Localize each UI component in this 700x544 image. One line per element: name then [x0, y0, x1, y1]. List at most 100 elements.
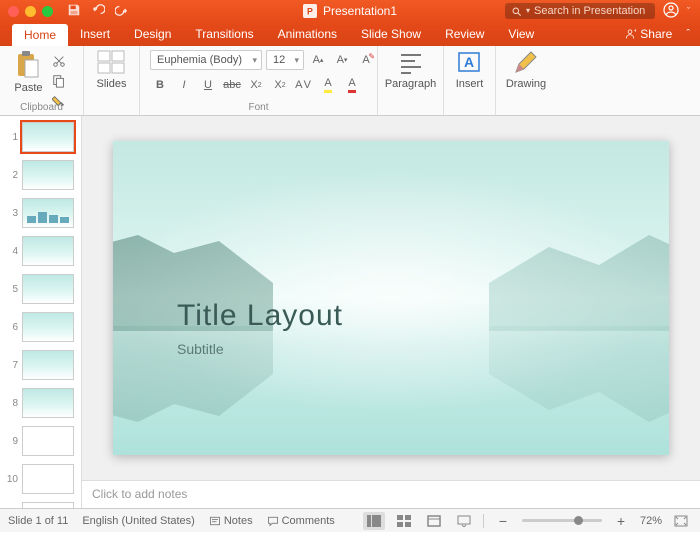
language-indicator[interactable]: English (United States)	[82, 515, 195, 527]
thumbnail-preview[interactable]	[22, 198, 74, 228]
tab-design[interactable]: Design	[122, 22, 183, 46]
minimize-window-button[interactable]	[25, 6, 36, 17]
copy-icon	[52, 74, 66, 88]
save-icon[interactable]	[67, 3, 81, 20]
slideshow-view-button[interactable]	[453, 512, 475, 530]
font-name-select[interactable]: Euphemia (Body)	[150, 50, 262, 70]
close-window-button[interactable]	[8, 6, 19, 17]
thumbnail-preview[interactable]	[22, 426, 74, 456]
thumbnail-1[interactable]: 1	[0, 120, 81, 158]
zoom-out-button[interactable]: −	[492, 512, 514, 530]
slide-indicator[interactable]: Slide 1 of 11	[8, 515, 68, 527]
grow-font-button[interactable]: A▴	[308, 51, 328, 69]
thumbnail-preview[interactable]	[22, 464, 74, 494]
thumbnail-number: 4	[4, 246, 18, 257]
slide-canvas[interactable]: Title Layout Subtitle	[82, 116, 700, 480]
character-spacing-button[interactable]: AV	[294, 76, 314, 94]
text-box-icon: A	[456, 50, 482, 76]
notes-toggle[interactable]: Notes	[209, 515, 253, 527]
normal-view-button[interactable]	[363, 512, 385, 530]
superscript-button[interactable]: X2	[246, 76, 266, 94]
highlight-button[interactable]: A	[318, 76, 338, 94]
thumbnail-preview[interactable]	[22, 312, 74, 342]
status-bar: Slide 1 of 11 English (United States) No…	[0, 508, 700, 532]
new-slide-button[interactable]: Slides	[97, 50, 127, 90]
thumbnail-9[interactable]: 9	[0, 424, 81, 462]
thumbnail-preview[interactable]	[22, 160, 74, 190]
slide-title-placeholder[interactable]: Title Layout	[177, 299, 343, 333]
account-chevron-icon[interactable]: ˇ	[687, 6, 690, 16]
paragraph-button[interactable]: Paragraph	[385, 50, 436, 90]
font-color-button[interactable]: A	[342, 76, 362, 94]
thumbnail-number: 7	[4, 360, 18, 371]
tab-view[interactable]: View	[496, 22, 546, 46]
slide-editor: Title Layout Subtitle Click to add notes	[82, 116, 700, 508]
svg-text:A: A	[464, 54, 474, 70]
paste-button[interactable]: Paste	[14, 50, 42, 94]
cut-button[interactable]	[49, 52, 69, 70]
bold-button[interactable]: B	[150, 76, 170, 94]
maximize-window-button[interactable]	[42, 6, 53, 17]
document-title: P Presentation1	[303, 4, 397, 18]
notes-pane[interactable]: Click to add notes	[82, 480, 700, 508]
thumbnail-preview[interactable]	[22, 236, 74, 266]
shrink-font-button[interactable]: A▾	[332, 51, 352, 69]
slide-thumbnails-panel[interactable]: 1 23 4 56 7 891011	[0, 116, 82, 508]
fit-to-window-button[interactable]	[670, 512, 692, 530]
thumbnail-preview[interactable]	[22, 122, 74, 152]
strikethrough-button[interactable]: abc	[222, 76, 242, 94]
share-button[interactable]: + Share	[624, 27, 672, 41]
collapse-ribbon-icon[interactable]: ˆ	[686, 28, 690, 40]
reading-view-button[interactable]	[423, 512, 445, 530]
search-placeholder: Search in Presentation	[534, 5, 645, 17]
font-size-select[interactable]: 12	[266, 50, 304, 70]
title-bar: P Presentation1 ▾ Search in Presentation…	[0, 0, 700, 22]
quick-access-toolbar	[67, 3, 129, 20]
thumbnail-preview[interactable]	[22, 502, 74, 508]
thumbnail-6[interactable]: 6	[0, 310, 81, 348]
thumbnail-preview[interactable]	[22, 274, 74, 304]
thumbnail-preview[interactable]	[22, 350, 74, 380]
insert-button[interactable]: A Insert	[456, 50, 484, 90]
comments-toggle[interactable]: Comments	[267, 515, 335, 527]
tab-review[interactable]: Review	[433, 22, 496, 46]
zoom-in-button[interactable]: +	[610, 512, 632, 530]
underline-button[interactable]: U	[198, 76, 218, 94]
drawing-button[interactable]: Drawing	[506, 50, 546, 90]
thumbnail-preview[interactable]	[22, 388, 74, 418]
tab-home[interactable]: Home	[12, 24, 68, 46]
notes-icon	[209, 515, 221, 527]
subscript-button[interactable]: X2	[270, 76, 290, 94]
account-icon[interactable]	[663, 2, 679, 21]
repeat-icon[interactable]	[115, 3, 129, 20]
thumbnail-7[interactable]: 7	[0, 348, 81, 386]
background-reflection-right	[489, 326, 669, 446]
group-clipboard: Paste Clipboard	[0, 46, 84, 115]
thumbnail-3[interactable]: 3	[0, 196, 81, 234]
thumbnail-5[interactable]: 5	[0, 272, 81, 310]
window-controls	[0, 6, 53, 17]
copy-button[interactable]	[49, 72, 69, 90]
tab-slide-show[interactable]: Slide Show	[349, 22, 433, 46]
main-area: 1 23 4 56 7 891011 Title Layout Subtitle Clic…	[0, 116, 700, 508]
thumbnail-8[interactable]: 8	[0, 386, 81, 424]
slide-subtitle-placeholder[interactable]: Subtitle	[177, 341, 224, 357]
thumbnail-10[interactable]: 10	[0, 462, 81, 500]
italic-button[interactable]: I	[174, 76, 194, 94]
thumbnail-number: 1	[4, 132, 18, 143]
thumbnail-11[interactable]: 11	[0, 500, 81, 508]
search-input[interactable]: ▾ Search in Presentation	[505, 3, 655, 19]
tab-transitions[interactable]: Transitions	[183, 22, 265, 46]
group-font: Euphemia (Body) 12 A▴ A▾ A✎ B I U abc X2…	[140, 46, 378, 115]
undo-icon[interactable]	[91, 3, 105, 20]
slide[interactable]: Title Layout Subtitle	[113, 141, 669, 455]
tab-insert[interactable]: Insert	[68, 22, 122, 46]
thumbnail-4[interactable]: 4	[0, 234, 81, 272]
tab-animations[interactable]: Animations	[266, 22, 349, 46]
clear-formatting-button[interactable]: A✎	[356, 51, 376, 69]
zoom-slider[interactable]	[522, 519, 602, 522]
zoom-percent[interactable]: 72%	[640, 515, 662, 527]
slide-sorter-view-button[interactable]	[393, 512, 415, 530]
comments-icon	[267, 515, 279, 527]
thumbnail-2[interactable]: 2	[0, 158, 81, 196]
